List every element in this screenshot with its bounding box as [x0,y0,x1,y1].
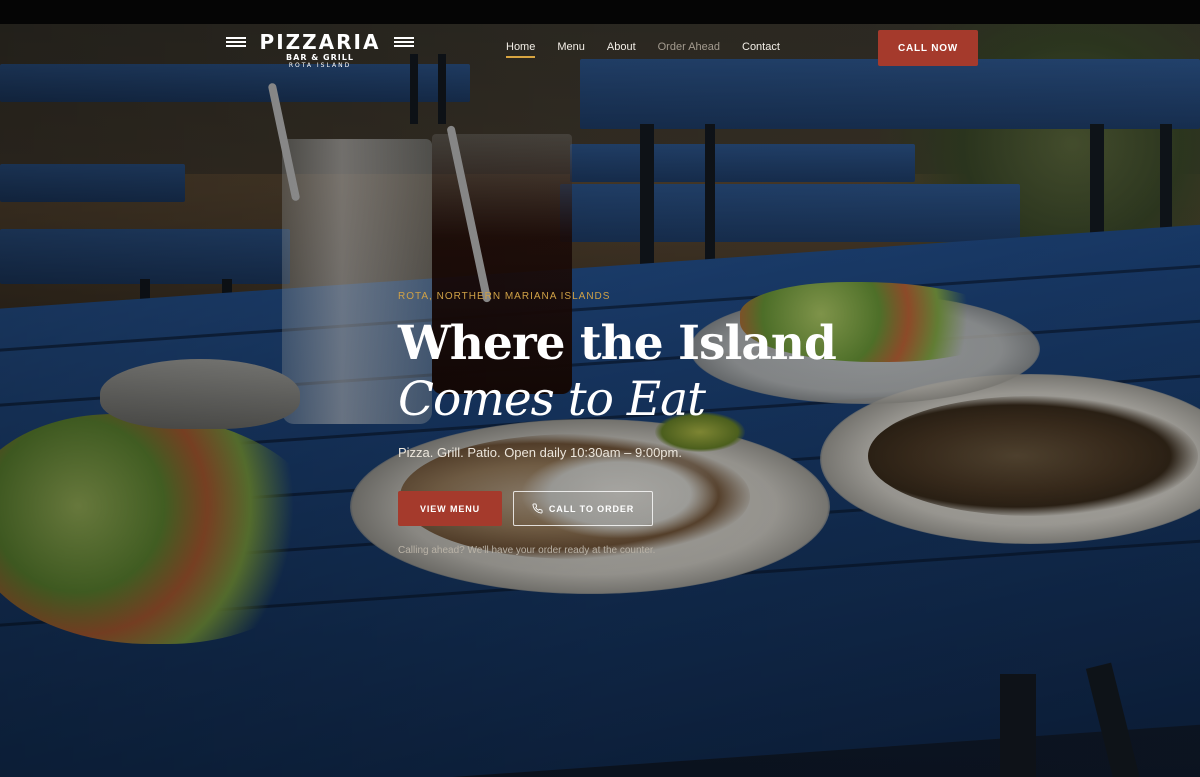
hero-eyebrow: ROTA, NORTHERN MARIANA ISLANDS [398,291,611,302]
hero-title-line1: Where the Island [398,316,837,371]
top-black-bar [0,0,1200,24]
hero-subtitle: Pizza. Grill. Patio. Open daily 10:30am … [398,445,682,460]
nav-home-link[interactable]: Home [506,41,536,58]
logo-location: ROTA ISLAND [288,62,352,69]
nav-order-ahead-link[interactable]: Order Ahead [658,41,720,58]
call-to-order-button[interactable]: CALL TO ORDER [513,491,653,526]
hero-note: Calling ahead? We'll have your order rea… [398,545,656,556]
call-now-button[interactable]: CALL NOW [878,30,978,66]
main-navigation: Home Menu About Order Ahead Contact [506,41,802,58]
logo-name: PIZZARIA [259,30,381,54]
call-to-order-label: CALL TO ORDER [548,503,635,514]
logo-tagline: BAR & GRILL [286,53,354,62]
hero-title-line2: Comes to Eat [398,372,706,427]
phone-icon [532,503,543,514]
nav-contact-link[interactable]: Contact [742,41,780,58]
nav-menu-link[interactable]: Menu [557,41,585,58]
view-menu-button[interactable]: VIEW MENU [398,491,502,526]
nav-about-link[interactable]: About [607,41,636,58]
site-logo[interactable]: PIZZARIA BAR & GRILL ROTA ISLAND [226,32,414,70]
hero-title: Where the Island Comes to Eat [398,316,837,428]
